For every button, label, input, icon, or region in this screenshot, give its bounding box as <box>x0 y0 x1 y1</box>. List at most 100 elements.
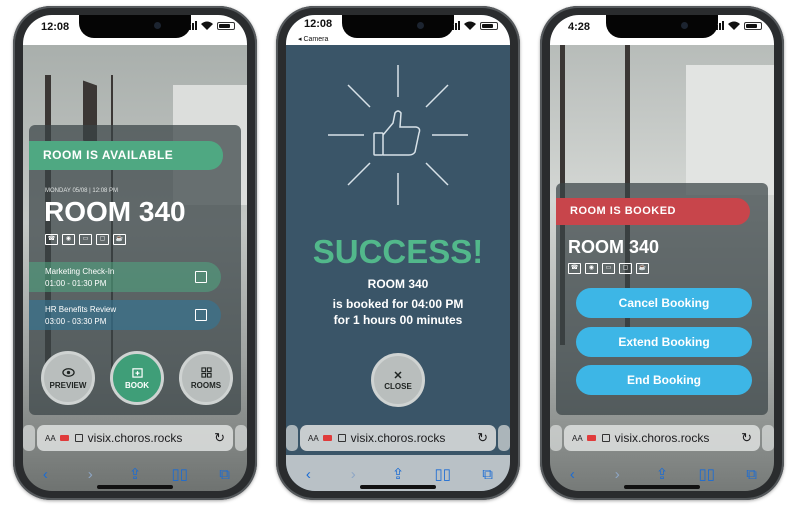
cancel-booking-button[interactable]: Cancel Booking <box>576 288 752 318</box>
tabs-icon[interactable]: ⧉ <box>215 466 235 483</box>
monitor-icon: ▢ <box>96 234 109 245</box>
reload-icon[interactable]: ↻ <box>477 430 488 446</box>
previous-tab[interactable] <box>286 425 298 451</box>
calendar-icon <box>195 309 207 321</box>
tabs-icon[interactable]: ⧉ <box>478 466 498 483</box>
home-indicator <box>97 485 173 489</box>
reload-icon[interactable]: ↻ <box>741 430 752 446</box>
bookmarks-icon[interactable]: ▯▯ <box>697 465 717 483</box>
end-booking-button[interactable]: End Booking <box>576 365 752 395</box>
lock-icon <box>74 434 83 442</box>
camera-recording-icon <box>59 435 69 441</box>
reader-aa-button[interactable]: AA <box>572 434 583 443</box>
success-time-line: is booked for 04:00 PM <box>332 297 464 311</box>
battery-icon <box>480 22 498 30</box>
phone-icon: ☎ <box>568 263 581 274</box>
back-icon[interactable]: ‹ <box>562 466 582 483</box>
preview-label: PREVIEW <box>49 380 87 390</box>
reload-icon[interactable]: ↻ <box>214 430 225 446</box>
thumbs-up-burst-icon <box>328 65 468 205</box>
phone-icon: ☎ <box>45 234 58 245</box>
back-icon[interactable]: ‹ <box>298 466 318 483</box>
extend-booking-button[interactable]: Extend Booking <box>576 327 752 357</box>
url-text[interactable]: visix.choros.rocks <box>88 431 214 445</box>
amenity-icons: ☎ ◉ ▭ ▢ ☕ <box>45 234 126 245</box>
date-time: MONDAY 05/08 | 12:08 PM <box>45 188 119 194</box>
address-bar[interactable]: AA visix.choros.rocks ↻ <box>564 425 760 451</box>
forward-icon[interactable]: › <box>343 466 363 483</box>
wifi-icon <box>728 21 740 30</box>
success-headline: SUCCESS! <box>312 233 484 270</box>
camera-recording-icon <box>322 435 332 441</box>
battery-icon <box>744 22 762 30</box>
projector-icon: ◉ <box>62 234 75 245</box>
home-indicator <box>624 485 700 489</box>
display-icon: ▭ <box>602 263 615 274</box>
url-text[interactable]: visix.choros.rocks <box>351 431 477 445</box>
book-button[interactable]: BOOK <box>110 351 164 405</box>
next-tab[interactable] <box>762 425 774 451</box>
address-bar[interactable]: AA visix.choros.rocks ↻ <box>37 425 233 451</box>
bookmarks-icon[interactable]: ▯▯ <box>170 465 190 483</box>
previous-tab[interactable] <box>550 425 562 451</box>
notch <box>342 15 454 38</box>
room-name: ROOM 340 <box>568 237 660 257</box>
phone-booked: 4:28 ROOM IS BOOKED ROOM 340 ☎ ◉ ▭ ▢ ☕ C… <box>540 6 784 500</box>
close-icon: ✕ <box>393 370 403 382</box>
book-label: BOOK <box>125 380 149 390</box>
battery-icon <box>217 22 235 30</box>
notch <box>606 15 718 38</box>
rooms-button[interactable]: ROOMS <box>179 351 233 405</box>
previous-tab[interactable] <box>23 425 35 451</box>
screen: 12:08 ROOM IS AVAILABLE MONDAY 05/08 | 1… <box>23 15 247 491</box>
wifi-icon <box>201 21 213 30</box>
forward-icon[interactable]: › <box>607 466 627 483</box>
status-icons <box>449 21 498 30</box>
back-icon[interactable]: ‹ <box>35 466 55 483</box>
projector-icon: ◉ <box>585 263 598 274</box>
lock-icon <box>337 434 346 442</box>
back-to-camera[interactable]: ◂ Camera <box>298 35 328 43</box>
grid-icon <box>200 366 212 378</box>
preview-button[interactable]: PREVIEW <box>41 351 95 405</box>
status-icons <box>186 21 235 30</box>
close-label: CLOSE <box>384 382 412 391</box>
close-button[interactable]: ✕ CLOSE <box>371 353 425 407</box>
wifi-icon <box>464 21 476 30</box>
screen: 12:08 ◂ Camera SUCCESS! ROOM 340 is book… <box>286 15 510 491</box>
url-text[interactable]: visix.choros.rocks <box>615 431 741 445</box>
camera-recording-icon <box>586 435 596 441</box>
share-icon[interactable]: ⇪ <box>125 465 145 483</box>
eye-icon <box>61 367 75 377</box>
reader-aa-button[interactable]: AA <box>308 434 319 443</box>
tabs-icon[interactable]: ⧉ <box>742 466 762 483</box>
home-indicator <box>360 485 436 489</box>
address-bar[interactable]: AA visix.choros.rocks ↻ <box>300 425 496 451</box>
success-room: ROOM 340 <box>367 277 429 291</box>
next-tab[interactable] <box>235 425 247 451</box>
room-status-banner: ROOM IS AVAILABLE <box>29 141 223 170</box>
meeting-item[interactable]: Marketing Check-In 01:00 - 01:30 PM <box>29 262 221 292</box>
coffee-icon: ☕ <box>636 263 649 274</box>
reader-aa-button[interactable]: AA <box>45 434 56 443</box>
status-icons <box>713 21 762 30</box>
status-time: 12:08 <box>304 18 333 30</box>
share-icon[interactable]: ⇪ <box>652 465 672 483</box>
calendar-icon <box>195 271 207 283</box>
bookmarks-icon[interactable]: ▯▯ <box>433 465 453 483</box>
room-name: ROOM 340 <box>44 196 186 227</box>
forward-icon[interactable]: › <box>80 466 100 483</box>
phone-available: 12:08 ROOM IS AVAILABLE MONDAY 05/08 | 1… <box>13 6 257 500</box>
calendar-add-icon <box>131 367 143 378</box>
meeting-item[interactable]: HR Benefits Review 03:00 - 03:30 PM <box>29 300 221 330</box>
status-time: 12:08 <box>41 21 70 33</box>
success-duration-line: for 1 hours 00 minutes <box>333 313 463 327</box>
display-icon: ▭ <box>79 234 92 245</box>
room-status-banner: ROOM IS BOOKED <box>556 198 750 225</box>
screen: 4:28 ROOM IS BOOKED ROOM 340 ☎ ◉ ▭ ▢ ☕ C… <box>550 15 774 491</box>
share-icon[interactable]: ⇪ <box>388 465 408 483</box>
notch <box>79 15 191 38</box>
coffee-icon: ☕ <box>113 234 126 245</box>
next-tab[interactable] <box>498 425 510 451</box>
amenity-icons: ☎ ◉ ▭ ▢ ☕ <box>568 263 649 274</box>
